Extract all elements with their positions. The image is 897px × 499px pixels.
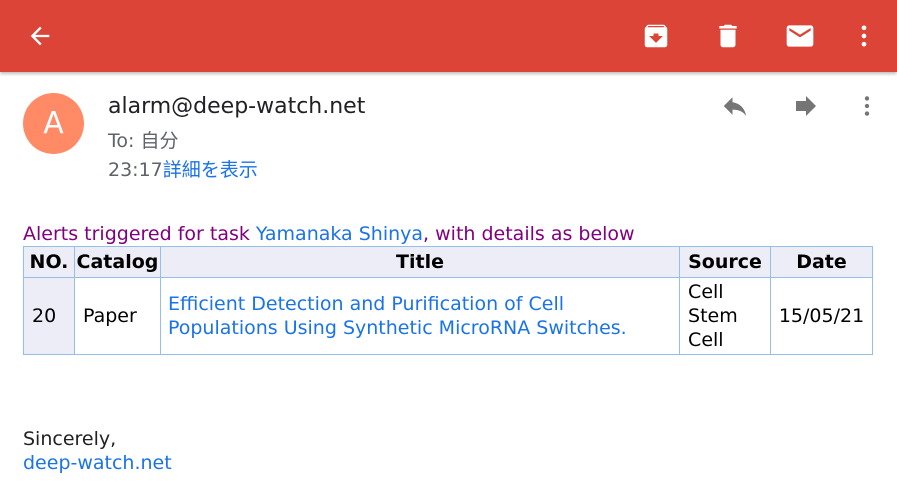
forward-button[interactable] — [784, 86, 828, 126]
show-details-link[interactable]: 詳細を表示 — [163, 159, 258, 181]
signature: Sincerely, deep-watch.net — [23, 427, 172, 475]
table-header-row: NO. Catalog Title Source Date — [23, 246, 873, 278]
signature-link[interactable]: deep-watch.net — [23, 451, 172, 475]
intro-prefix: Alerts triggered for task — [23, 223, 256, 245]
message-more-button[interactable] — [847, 86, 887, 126]
closing-text: Sincerely, — [23, 428, 117, 450]
more-vert-icon — [861, 25, 867, 47]
archive-icon — [644, 24, 668, 48]
cell-title-link[interactable]: Efficient Detection and Purification of … — [159, 277, 681, 355]
arrow-back-icon — [30, 26, 50, 46]
alerts-table: NO. Catalog Title Source Date 20 Paper E… — [23, 246, 873, 355]
cell-date: 15/05/21 — [770, 277, 873, 355]
cell-no: 20 — [23, 277, 75, 355]
avatar-letter: A — [43, 106, 64, 141]
trash-icon — [719, 24, 737, 48]
source-text: Cell Stem Cell — [688, 281, 738, 351]
more-options-button[interactable] — [842, 14, 886, 58]
table-row: 20 Paper Efficient Detection and Purific… — [23, 277, 873, 355]
time-line: 23:17詳細を表示 — [108, 155, 258, 182]
message-time: 23:17 — [108, 159, 163, 181]
cell-catalog: Paper — [73, 277, 161, 355]
header-source: Source — [679, 246, 771, 278]
mail-icon — [786, 25, 814, 47]
delete-button[interactable] — [706, 14, 750, 58]
header-date: Date — [770, 246, 873, 278]
reply-button[interactable] — [713, 86, 757, 126]
intro-suffix: , with details as below — [423, 223, 635, 245]
more-vert-icon — [864, 96, 870, 116]
cell-source: Cell Stem Cell — [679, 277, 771, 355]
header-catalog: Catalog — [73, 246, 161, 278]
archive-button[interactable] — [634, 14, 678, 58]
app-bar — [0, 0, 897, 72]
recipient-line: To: 自分 — [108, 130, 179, 152]
back-button[interactable] — [18, 14, 62, 58]
header-no: NO. — [23, 246, 75, 278]
avatar[interactable]: A — [23, 93, 84, 154]
message-body: Alerts triggered for task Yamanaka Shiny… — [23, 222, 875, 246]
task-name-link[interactable]: Yamanaka Shinya — [256, 223, 423, 245]
mark-unread-button[interactable] — [778, 14, 822, 58]
alert-intro: Alerts triggered for task Yamanaka Shiny… — [23, 222, 875, 246]
reply-icon — [723, 97, 747, 116]
forward-icon — [796, 96, 816, 116]
header-title: Title — [159, 246, 681, 278]
sender-address[interactable]: alarm@deep-watch.net — [108, 94, 365, 119]
